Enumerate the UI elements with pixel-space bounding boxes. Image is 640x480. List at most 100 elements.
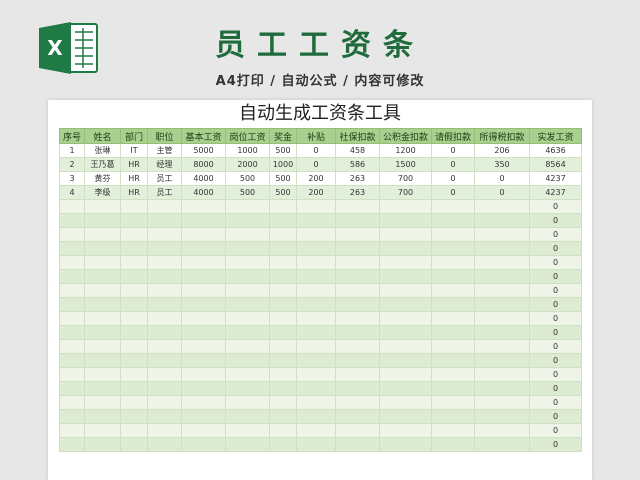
table-cell[interactable] — [147, 269, 182, 284]
table-cell[interactable] — [474, 297, 530, 312]
table-cell[interactable] — [431, 297, 475, 312]
table-cell[interactable] — [296, 339, 336, 354]
table-cell[interactable] — [474, 325, 530, 340]
table-cell[interactable] — [335, 283, 380, 298]
table-cell[interactable] — [147, 437, 182, 452]
table-cell[interactable]: 0 — [529, 423, 582, 438]
table-cell[interactable] — [59, 269, 85, 284]
table-cell[interactable] — [474, 381, 530, 396]
table-cell[interactable]: 5000 — [181, 143, 226, 158]
table-cell[interactable] — [431, 339, 475, 354]
table-cell[interactable] — [120, 297, 148, 312]
table-cell[interactable] — [120, 199, 148, 214]
table-cell[interactable] — [431, 199, 475, 214]
table-cell[interactable] — [147, 409, 182, 424]
table-cell[interactable]: 0 — [529, 367, 582, 382]
table-cell[interactable]: 0 — [529, 437, 582, 452]
table-cell[interactable] — [147, 395, 182, 410]
table-cell[interactable] — [120, 381, 148, 396]
table-cell[interactable] — [120, 325, 148, 340]
table-cell[interactable] — [120, 409, 148, 424]
table-cell[interactable]: 0 — [474, 171, 530, 186]
table-cell[interactable]: 500 — [225, 185, 270, 200]
table-cell[interactable] — [181, 255, 226, 270]
table-cell[interactable] — [474, 367, 530, 382]
table-cell[interactable] — [181, 241, 226, 256]
column-header[interactable]: 请假扣款 — [431, 128, 475, 144]
table-cell[interactable] — [474, 423, 530, 438]
table-cell[interactable] — [181, 353, 226, 368]
table-cell[interactable] — [269, 325, 297, 340]
table-cell[interactable] — [181, 325, 226, 340]
table-cell[interactable] — [269, 283, 297, 298]
table-cell[interactable] — [181, 409, 226, 424]
table-cell[interactable] — [269, 437, 297, 452]
table-cell[interactable] — [431, 437, 475, 452]
table-cell[interactable] — [59, 409, 85, 424]
table-cell[interactable]: 0 — [529, 353, 582, 368]
table-cell[interactable] — [379, 339, 432, 354]
table-cell[interactable] — [431, 423, 475, 438]
table-cell[interactable] — [84, 437, 121, 452]
table-cell[interactable] — [120, 437, 148, 452]
table-cell[interactable] — [59, 213, 85, 228]
table-cell[interactable]: HR — [120, 185, 148, 200]
column-header[interactable]: 实发工资 — [529, 128, 582, 144]
table-cell[interactable] — [84, 395, 121, 410]
table-cell[interactable]: 0 — [529, 339, 582, 354]
table-cell[interactable] — [379, 199, 432, 214]
table-cell[interactable] — [225, 297, 270, 312]
table-cell[interactable] — [296, 353, 336, 368]
table-cell[interactable] — [269, 381, 297, 396]
table-cell[interactable]: 黄芬 — [84, 171, 121, 186]
table-cell[interactable] — [379, 269, 432, 284]
table-cell[interactable] — [296, 423, 336, 438]
table-cell[interactable] — [379, 409, 432, 424]
table-cell[interactable]: 1000 — [225, 143, 270, 158]
table-cell[interactable] — [59, 297, 85, 312]
table-cell[interactable] — [431, 283, 475, 298]
table-cell[interactable] — [225, 395, 270, 410]
column-header[interactable]: 奖金 — [269, 128, 297, 144]
table-cell[interactable]: 0 — [529, 255, 582, 270]
table-cell[interactable] — [269, 199, 297, 214]
table-cell[interactable] — [335, 325, 380, 340]
table-cell[interactable] — [474, 241, 530, 256]
table-cell[interactable] — [379, 325, 432, 340]
table-cell[interactable] — [335, 199, 380, 214]
table-cell[interactable] — [269, 409, 297, 424]
table-cell[interactable] — [296, 409, 336, 424]
table-cell[interactable] — [181, 199, 226, 214]
table-cell[interactable]: 0 — [529, 241, 582, 256]
table-cell[interactable] — [147, 325, 182, 340]
table-cell[interactable] — [335, 353, 380, 368]
table-cell[interactable] — [335, 381, 380, 396]
table-cell[interactable] — [335, 367, 380, 382]
table-cell[interactable]: IT — [120, 143, 148, 158]
table-cell[interactable]: 0 — [431, 171, 475, 186]
table-cell[interactable] — [84, 269, 121, 284]
table-cell[interactable] — [269, 353, 297, 368]
table-cell[interactable] — [474, 199, 530, 214]
table-cell[interactable] — [84, 367, 121, 382]
table-cell[interactable] — [379, 283, 432, 298]
table-cell[interactable] — [269, 213, 297, 228]
table-cell[interactable] — [379, 353, 432, 368]
table-cell[interactable] — [84, 255, 121, 270]
table-cell[interactable] — [225, 353, 270, 368]
table-cell[interactable] — [431, 255, 475, 270]
table-cell[interactable]: 0 — [296, 143, 336, 158]
table-cell[interactable] — [269, 255, 297, 270]
table-cell[interactable] — [474, 437, 530, 452]
table-cell[interactable] — [335, 255, 380, 270]
table-cell[interactable] — [474, 255, 530, 270]
table-cell[interactable] — [181, 339, 226, 354]
table-cell[interactable] — [84, 311, 121, 326]
table-cell[interactable] — [59, 367, 85, 382]
table-cell[interactable] — [84, 339, 121, 354]
table-cell[interactable] — [296, 311, 336, 326]
table-cell[interactable] — [120, 255, 148, 270]
table-cell[interactable] — [225, 339, 270, 354]
table-cell[interactable] — [84, 283, 121, 298]
table-cell[interactable] — [379, 395, 432, 410]
